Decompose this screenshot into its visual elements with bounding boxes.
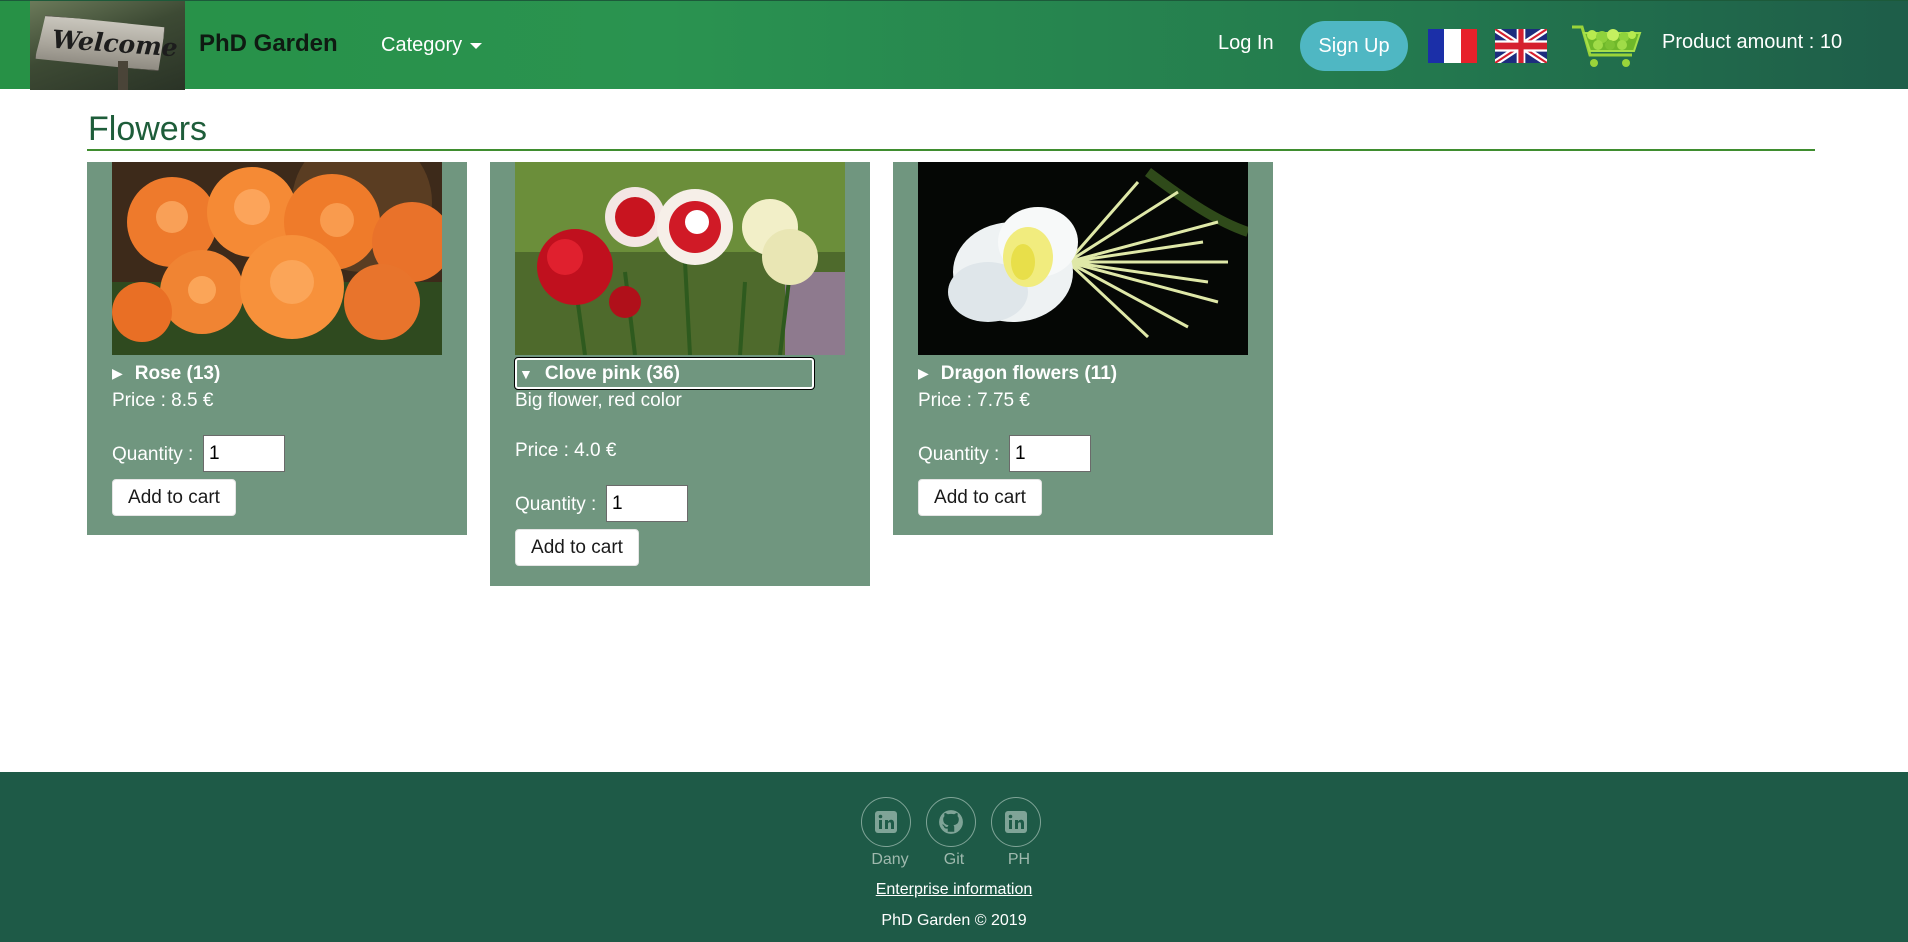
quantity-label: Quantity : (515, 494, 597, 515)
dragon-flower-image (918, 162, 1248, 355)
product-amount: Product amount : 10 (1662, 31, 1843, 53)
add-to-cart-button[interactable]: Add to cart (112, 479, 236, 516)
rose-image (112, 162, 442, 355)
linkedin-link-dany[interactable] (861, 797, 911, 847)
product-name-toggle[interactable]: ▶ Dragon flowers (11) (918, 358, 1218, 389)
product-price: Price : 7.75 € (918, 390, 1030, 411)
quantity-input[interactable] (606, 485, 688, 522)
triangle-down-icon: ▼ (519, 365, 533, 382)
welcome-logo[interactable]: Welcome (30, 1, 185, 90)
product-description: Big flower, red color (515, 390, 682, 411)
logo-post (118, 61, 128, 90)
add-to-cart-button[interactable]: Add to cart (918, 479, 1042, 516)
product-name: Rose (13) (134, 362, 221, 384)
caret-down-icon (470, 42, 483, 49)
social-label-ph: PH (1007, 851, 1031, 868)
triangle-right-icon: ▶ (112, 365, 123, 381)
product-name-toggle[interactable]: ▶ Rose (13) (112, 358, 412, 389)
product-name: Dragon flowers (11) (940, 362, 1118, 384)
product-name-toggle[interactable]: ▼ Clove pink (36) (514, 357, 815, 390)
linkedin-icon (875, 811, 897, 833)
product-card: ▶ Rose (13) Price : 8.5 € Quantity : Add… (87, 162, 467, 535)
category-dropdown[interactable]: Category (381, 34, 483, 57)
quantity-label: Quantity : (112, 444, 194, 465)
page-title: Flowers (88, 110, 208, 148)
github-link[interactable] (926, 797, 976, 847)
title-divider (87, 149, 1815, 151)
navbar: Welcome PhD Garden Category Log In Sign … (0, 0, 1908, 90)
enterprise-information-link[interactable]: Enterprise information (0, 881, 1908, 899)
product-card: ▶ Dragon flowers (11) Price : 7.75 € Qua… (893, 162, 1273, 535)
product-price: Price : 4.0 € (515, 440, 617, 461)
linkedin-icon (1005, 811, 1027, 833)
signup-button[interactable]: Sign Up (1300, 21, 1408, 71)
product-card: ▼ Clove pink (36) Big flower, red color … (490, 162, 870, 586)
quantity-label: Quantity : (918, 444, 1000, 465)
quantity-input[interactable] (203, 435, 285, 472)
clove-pink-image (515, 162, 845, 355)
product-name: Clove pink (36) (544, 362, 681, 384)
github-icon (939, 810, 963, 834)
add-to-cart-button[interactable]: Add to cart (515, 529, 639, 566)
footer: Dany Git PH Enterprise information PhD G… (0, 772, 1908, 942)
shopping-cart-icon[interactable] (1570, 23, 1644, 69)
social-label-dany: Dany (871, 851, 909, 868)
french-flag-icon[interactable] (1428, 29, 1477, 63)
brand-name[interactable]: PhD Garden (199, 30, 338, 58)
quantity-input[interactable] (1009, 435, 1091, 472)
category-label: Category (381, 34, 463, 56)
copyright: PhD Garden © 2019 (881, 912, 1027, 929)
uk-flag-icon[interactable] (1495, 29, 1547, 63)
login-link[interactable]: Log In (1218, 32, 1274, 55)
triangle-right-icon: ▶ (918, 365, 929, 381)
linkedin-link-ph[interactable] (991, 797, 1041, 847)
social-label-git: Git (943, 851, 965, 868)
product-price: Price : 8.5 € (112, 390, 214, 411)
